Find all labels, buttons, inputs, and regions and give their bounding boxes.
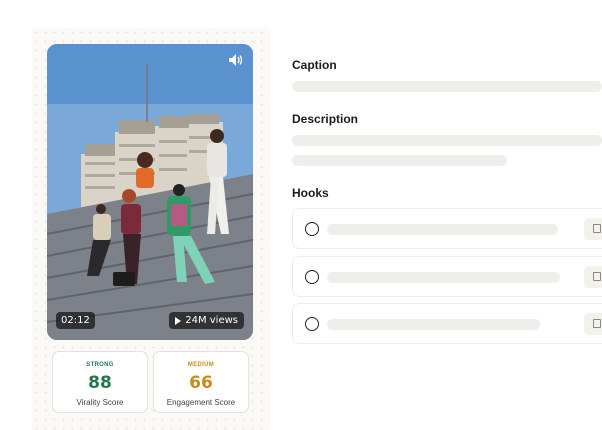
hook-placeholder	[327, 272, 560, 283]
video-panel: 02:12 24M views STRONG 88 Virality Score…	[32, 28, 270, 430]
hook-option[interactable]	[292, 303, 602, 344]
video-thumbnail[interactable]: 02:12 24M views	[47, 44, 253, 340]
hook-placeholder	[327, 319, 540, 330]
score-name: Engagement Score	[166, 398, 236, 407]
hook-option[interactable]	[292, 208, 602, 249]
view-count: 24M views	[169, 312, 244, 329]
description-heading: Description	[292, 112, 359, 126]
score-strength-label: STRONG	[86, 362, 114, 368]
speaker-icon[interactable]	[229, 54, 243, 66]
copy-button[interactable]	[584, 266, 602, 288]
copy-button[interactable]	[584, 313, 602, 335]
copy-button[interactable]	[584, 218, 602, 240]
hook-placeholder	[327, 224, 558, 235]
copy-icon	[593, 319, 601, 328]
description-placeholder	[292, 135, 602, 146]
video-scene	[47, 44, 253, 340]
score-strength-label: MEDIUM	[187, 362, 215, 368]
hooks-heading: Hooks	[292, 186, 329, 200]
description-placeholder	[292, 155, 507, 166]
copy-icon	[593, 224, 601, 233]
radio-icon[interactable]	[305, 222, 319, 236]
radio-icon[interactable]	[305, 270, 319, 284]
caption-placeholder	[292, 81, 602, 92]
engagement-score-card: MEDIUM 66 Engagement Score	[153, 351, 249, 413]
view-count-label: 24M views	[185, 315, 238, 326]
hook-option[interactable]	[292, 256, 602, 297]
score-name: Virality Score	[76, 398, 124, 407]
score-value: 88	[88, 373, 112, 393]
play-icon	[175, 316, 182, 325]
caption-heading: Caption	[292, 58, 337, 72]
radio-icon[interactable]	[305, 317, 319, 331]
virality-score-card: STRONG 88 Virality Score	[52, 351, 148, 413]
score-value: 66	[189, 373, 213, 393]
details-panel: Caption Description Hooks	[270, 28, 602, 430]
video-duration: 02:12	[56, 312, 95, 329]
copy-icon	[593, 272, 601, 281]
